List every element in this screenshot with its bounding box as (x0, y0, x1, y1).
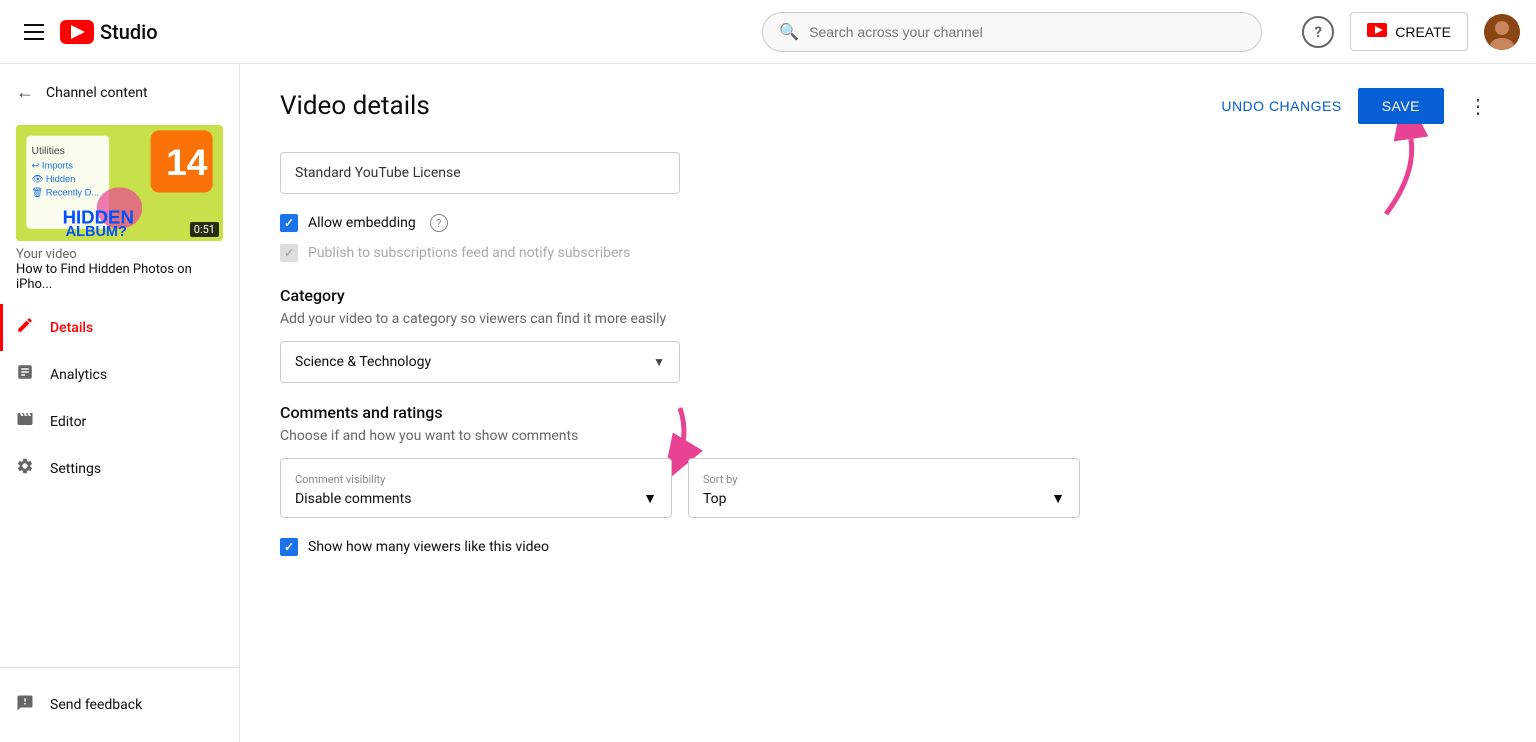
back-navigation[interactable]: ← Channel content (0, 72, 239, 113)
comment-visibility-label: Comment visibility (295, 473, 657, 486)
main-content: Video details UNDO CHANGES SAVE ⋮ Standa… (240, 64, 1536, 742)
sidebar-navigation: Details Analytics Editor S (0, 304, 239, 667)
publish-feed-label: Publish to subscriptions feed and notify… (308, 245, 630, 261)
create-button[interactable]: CREATE (1350, 12, 1468, 51)
settings-icon (16, 457, 34, 480)
comment-visibility-value: Disable comments ▼ (295, 490, 657, 507)
comments-desc: Choose if and how you want to show comme… (280, 428, 1496, 444)
send-feedback-item[interactable]: Send feedback (16, 684, 223, 726)
check-mark-disabled: ✓ (284, 246, 294, 260)
svg-text:↩ Imports: ↩ Imports (32, 161, 74, 171)
undo-changes-button[interactable]: UNDO CHANGES (1221, 98, 1341, 114)
search-icon: 🔍 (779, 22, 799, 41)
show-likes-checkbox[interactable]: ✓ (280, 538, 298, 556)
settings-label: Settings (50, 461, 101, 477)
sort-by-select[interactable]: Sort by Top ▼ (688, 458, 1080, 518)
comments-section: Comments and ratings Choose if and how y… (280, 403, 1496, 556)
video-thumbnail: Utilities ↩ Imports 👁 Hidden 🗑 Recently … (16, 125, 223, 241)
save-button[interactable]: SAVE (1358, 88, 1444, 124)
youtube-icon (60, 20, 94, 44)
license-value: Standard YouTube License (295, 165, 461, 181)
comment-visibility-arrow: ▼ (643, 490, 657, 507)
analytics-icon (16, 363, 34, 386)
send-feedback-label: Send feedback (50, 697, 142, 713)
page-header: Video details UNDO CHANGES SAVE ⋮ (280, 88, 1496, 124)
details-label: Details (50, 320, 93, 336)
comments-row: Comment visibility Disable comments ▼ So… (280, 458, 1080, 518)
publish-feed-checkbox[interactable]: ✓ (280, 244, 298, 262)
sidebar-item-editor[interactable]: Editor (0, 398, 239, 445)
header-actions: UNDO CHANGES SAVE ⋮ (1221, 88, 1496, 124)
editor-icon (16, 410, 34, 433)
analytics-label: Analytics (50, 367, 107, 383)
search-bar: 🔍 (762, 12, 1262, 52)
show-likes-row: ✓ Show how many viewers like this video (280, 538, 1496, 556)
comments-title: Comments and ratings (280, 403, 1496, 422)
check-mark: ✓ (284, 216, 294, 230)
nav-logo[interactable]: Studio (60, 20, 158, 44)
allow-embedding-label: Allow embedding (308, 215, 416, 231)
category-value: Science & Technology (295, 354, 431, 370)
sidebar-bottom: Send feedback (0, 667, 239, 742)
user-avatar[interactable] (1484, 14, 1520, 50)
allow-embedding-checkbox[interactable]: ✓ (280, 214, 298, 232)
page-title: Video details (280, 91, 430, 121)
svg-text:14: 14 (166, 141, 208, 183)
allow-embedding-row: ✓ Allow embedding ? (280, 214, 1496, 232)
create-icon (1367, 21, 1387, 42)
page-layout: ← Channel content Utilities ↩ Imports 👁 … (0, 64, 1536, 742)
video-title: How to Find Hidden Photos on iPho... (16, 262, 223, 292)
save-arrow-annotation (1306, 124, 1436, 228)
feedback-icon (16, 694, 34, 716)
sidebar-item-analytics[interactable]: Analytics (0, 351, 239, 398)
create-label: CREATE (1395, 24, 1451, 40)
category-title: Category (280, 286, 1496, 305)
comment-visibility-select[interactable]: Comment visibility Disable comments ▼ (280, 458, 672, 518)
sort-by-label: Sort by (703, 473, 1065, 486)
search-input[interactable] (809, 24, 1245, 40)
editor-label: Editor (50, 414, 86, 430)
sidebar-item-settings[interactable]: Settings (0, 445, 239, 492)
thumb-image: Utilities ↩ Imports 👁 Hidden 🗑 Recently … (16, 125, 223, 241)
svg-text:👁 Hidden: 👁 Hidden (32, 174, 76, 184)
more-options-button[interactable]: ⋮ (1460, 90, 1496, 123)
sidebar: ← Channel content Utilities ↩ Imports 👁 … (0, 64, 240, 742)
top-nav: Studio 🔍 ? CREATE (0, 0, 1536, 64)
studio-label: Studio (100, 20, 158, 44)
video-label: Your video (16, 247, 223, 262)
video-duration: 0:51 (190, 222, 219, 237)
video-preview: Utilities ↩ Imports 👁 Hidden 🗑 Recently … (0, 113, 239, 304)
svg-text:🗑 Recently D...: 🗑 Recently D... (32, 187, 100, 198)
allow-embedding-help-icon[interactable]: ? (430, 214, 448, 232)
back-arrow-icon: ← (16, 82, 34, 103)
hamburger-menu[interactable] (16, 16, 52, 48)
sort-by-value: Top ▼ (703, 490, 1065, 507)
show-likes-label: Show how many viewers like this video (308, 539, 549, 555)
license-field[interactable]: Standard YouTube License (280, 152, 680, 194)
yt-play-icon (71, 25, 85, 39)
category-select[interactable]: Science & Technology ▼ (280, 341, 680, 383)
svg-text:ALBUM?: ALBUM? (66, 224, 127, 240)
sidebar-item-details[interactable]: Details (0, 304, 239, 351)
show-likes-check: ✓ (284, 540, 294, 554)
publish-feed-row: ✓ Publish to subscriptions feed and noti… (280, 244, 1496, 262)
category-section: Category Add your video to a category so… (280, 286, 1496, 383)
back-label: Channel content (46, 85, 148, 101)
svg-text:Utilities: Utilities (32, 146, 65, 157)
nav-actions: ? CREATE (1302, 12, 1520, 51)
help-button[interactable]: ? (1302, 16, 1334, 48)
category-dropdown-arrow: ▼ (653, 355, 665, 369)
sort-by-arrow: ▼ (1051, 490, 1065, 507)
details-icon (16, 316, 34, 339)
category-desc: Add your video to a category so viewers … (280, 311, 1496, 327)
